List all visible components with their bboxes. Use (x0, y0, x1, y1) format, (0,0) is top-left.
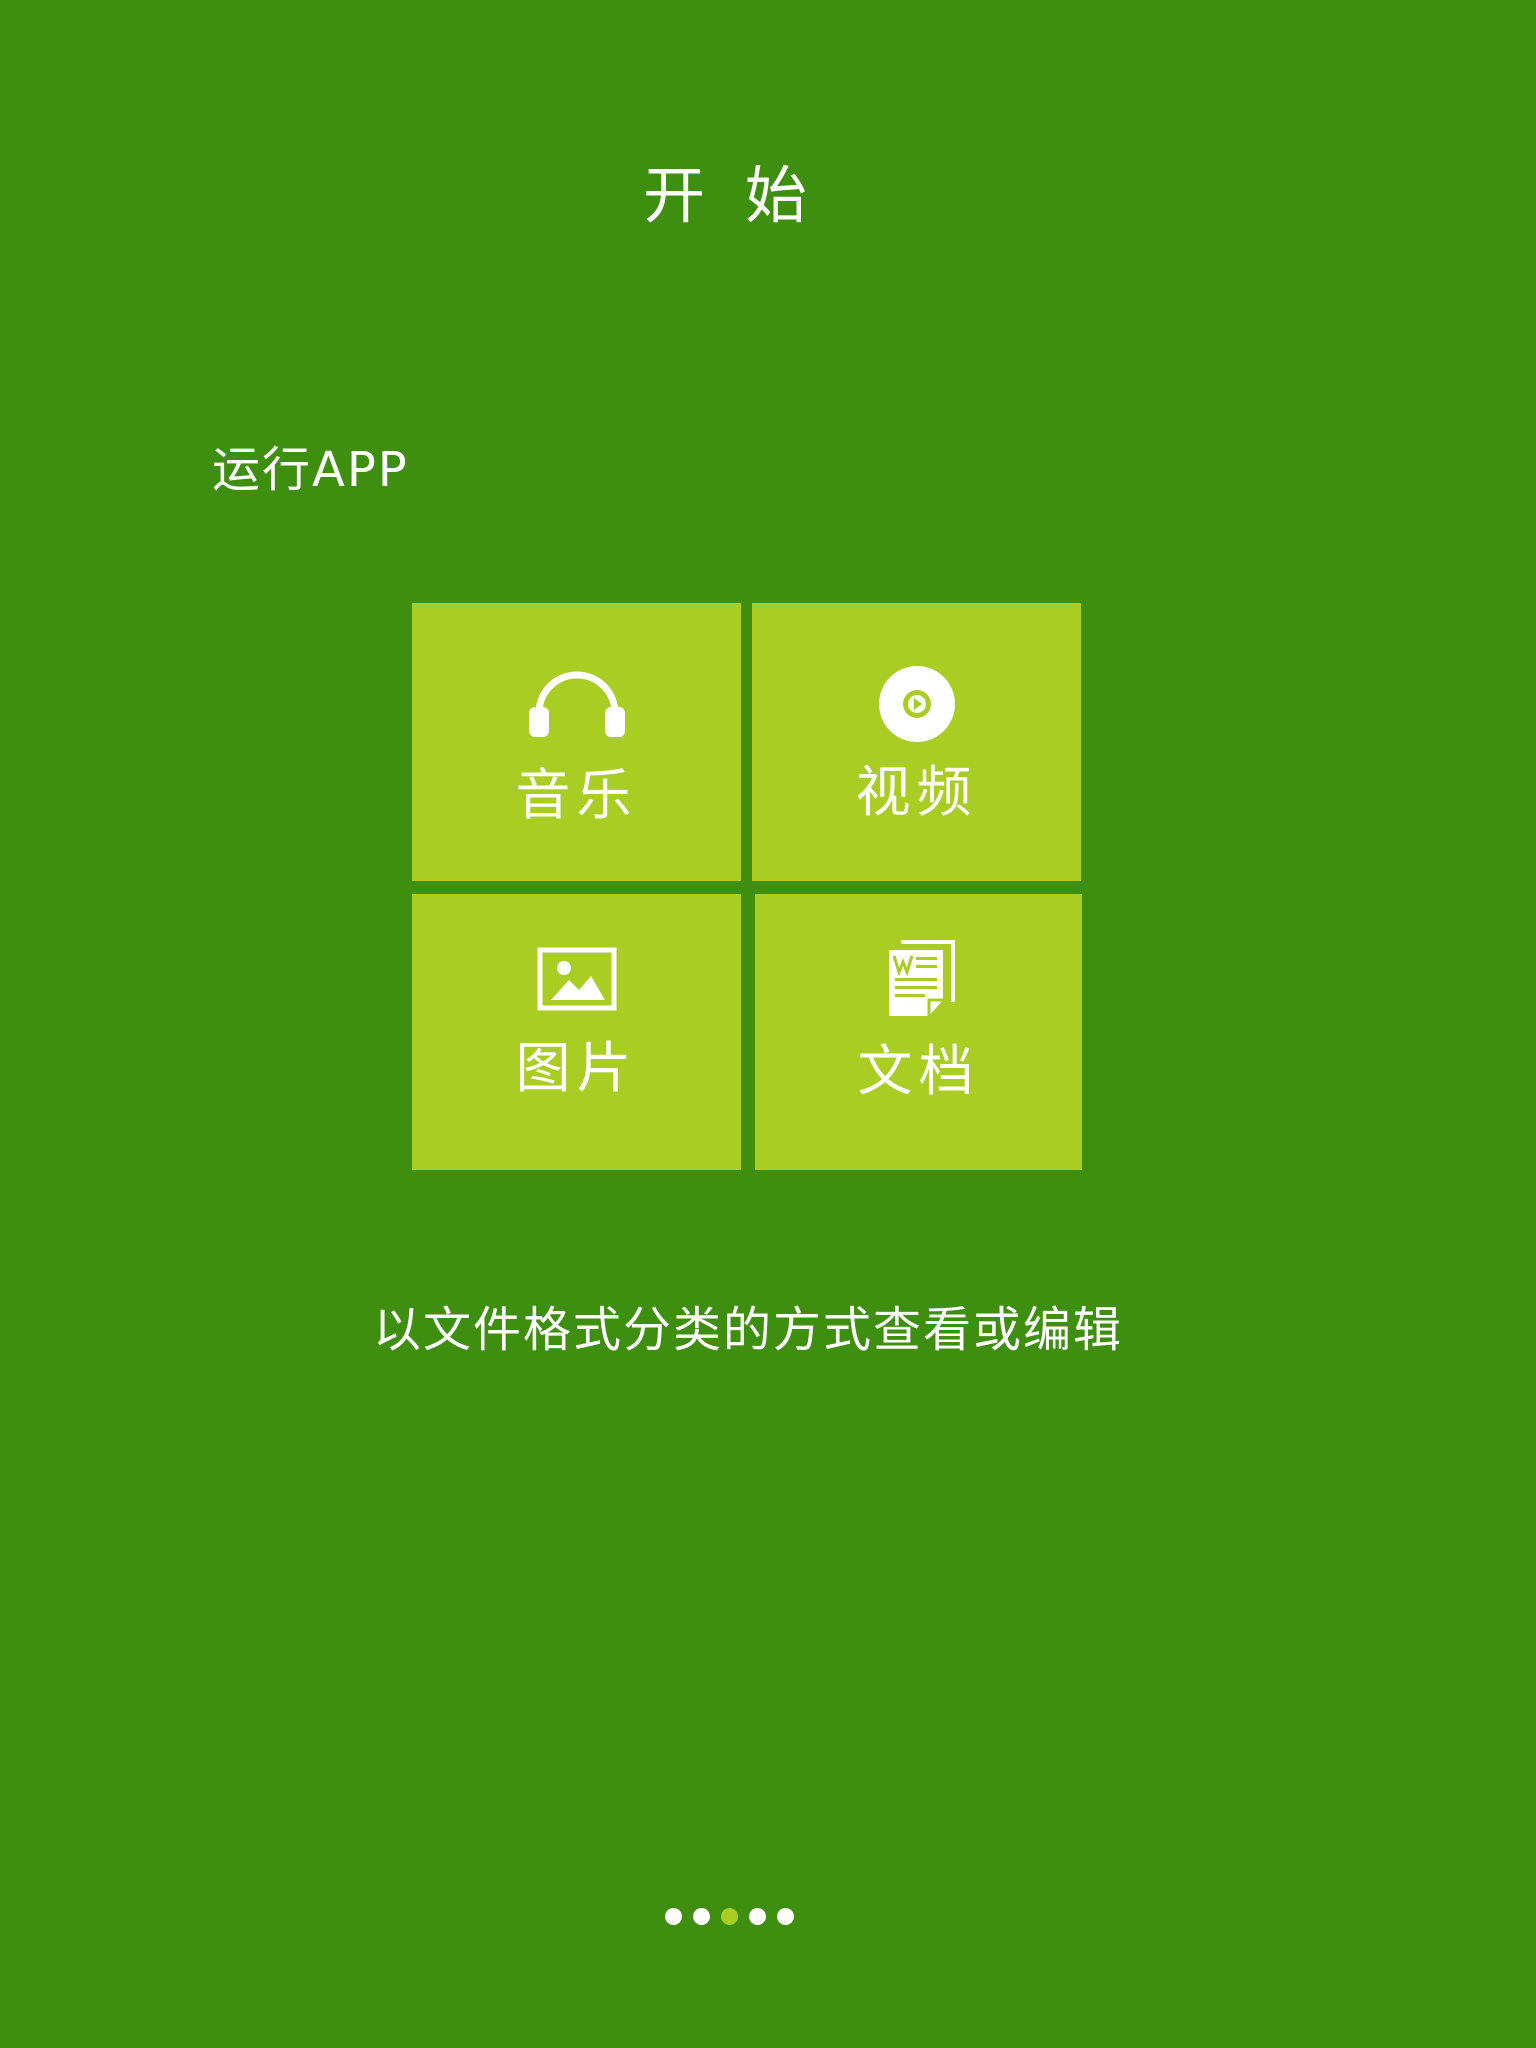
documents-tile[interactable]: 文档 (755, 894, 1082, 1170)
description-text: 以文件格式分类的方式查看或编辑 (372, 1302, 1123, 1358)
images-tile[interactable]: 图片 (412, 894, 741, 1170)
page-dot[interactable] (693, 1907, 710, 1925)
video-label: 视频 (855, 760, 978, 824)
page-title: 开 始 (643, 159, 817, 232)
word-document-icon (888, 940, 955, 1016)
music-label: 音乐 (515, 763, 638, 827)
picture-icon (537, 947, 616, 1011)
page-dot-active[interactable] (721, 1907, 738, 1925)
music-tile[interactable]: 音乐 (412, 603, 741, 881)
page-dot[interactable] (777, 1907, 794, 1925)
video-tile[interactable]: 视频 (752, 603, 1081, 881)
run-app-label: 运行APP (212, 442, 409, 498)
images-label: 图片 (515, 1036, 638, 1100)
page-dot[interactable] (665, 1907, 682, 1925)
play-disc-icon (878, 666, 955, 742)
page-dot[interactable] (749, 1907, 766, 1925)
page-indicator[interactable] (665, 1907, 794, 1925)
documents-label: 文档 (857, 1039, 980, 1103)
headphones-icon (528, 671, 625, 737)
